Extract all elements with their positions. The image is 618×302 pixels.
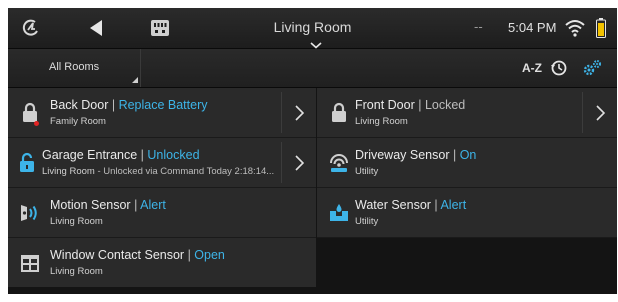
device-status: On xyxy=(459,148,477,162)
window-contact-icon xyxy=(18,251,42,275)
device-card-water-sensor[interactable]: Water Sensor | Alert Utility xyxy=(317,188,617,238)
device-room: Utility xyxy=(355,216,379,227)
device-status: Alert xyxy=(440,198,467,212)
settings-gear-icon[interactable] xyxy=(581,58,603,83)
device-room: Living Room xyxy=(50,266,103,277)
device-card-garage-entrance[interactable]: Garage Entrance | Unlocked Living Room -… xyxy=(8,138,316,188)
device-card-front-door[interactable]: Front Door | Locked Living Room xyxy=(317,88,617,138)
room-filter-select[interactable]: All Rooms xyxy=(8,49,141,87)
chevron-right-icon[interactable] xyxy=(281,92,316,133)
history-icon[interactable] xyxy=(550,59,568,82)
dropdown-corner-icon xyxy=(132,77,138,83)
chevron-right-icon[interactable] xyxy=(281,142,316,183)
device-room: Family Room xyxy=(50,116,106,127)
device-status: Open xyxy=(194,248,225,262)
status-bar: Living Room -- 5:04 PM xyxy=(8,8,617,49)
chevron-right-icon[interactable] xyxy=(582,92,617,133)
wifi-icon xyxy=(564,18,586,38)
device-status: Unlocked xyxy=(147,148,200,162)
alert-dot xyxy=(34,121,39,126)
device-activity: - Unlocked via Command Today 2:18:14... xyxy=(94,166,275,177)
device-name-line: Motion Sensor | Alert xyxy=(50,198,166,212)
sort-az-button[interactable]: A-Z xyxy=(522,61,542,75)
unlocked-icon xyxy=(16,151,40,175)
device-name-line: Garage Entrance | Unlocked xyxy=(42,148,200,162)
device-card-driveway-sensor[interactable]: Driveway Sensor | On Utility xyxy=(317,138,617,188)
room-filter-label: All Rooms xyxy=(49,61,100,73)
water-sensor-icon xyxy=(327,201,351,225)
device-name-line: Water Sensor | Alert xyxy=(355,198,467,212)
device-room: Living Room xyxy=(50,216,103,227)
filter-bar: All Rooms A-Z xyxy=(8,49,617,88)
device-status: Alert xyxy=(140,198,166,212)
app-screen: Living Room -- 5:04 PM All Rooms A-Z Bac… xyxy=(8,8,617,294)
device-card-window-contact-sensor[interactable]: Window Contact Sensor | Open Living Room xyxy=(8,238,316,288)
driveway-sensor-icon xyxy=(327,151,351,175)
device-card-back-door[interactable]: Back Door | Replace Battery Family Room xyxy=(8,88,316,138)
battery-icon xyxy=(596,18,606,38)
device-status: Locked xyxy=(424,98,466,112)
empty-area xyxy=(8,287,617,294)
device-room-line: Living Room - Unlocked via Command Today… xyxy=(42,166,275,177)
device-room: Living Room xyxy=(355,116,408,127)
device-card-motion-sensor[interactable]: Motion Sensor | Alert Living Room xyxy=(8,188,316,238)
device-name-line: Front Door | Locked xyxy=(355,98,466,112)
status-dash: -- xyxy=(474,19,483,34)
motion-sensor-icon xyxy=(18,201,42,225)
device-room: Utility xyxy=(355,166,379,177)
lock-icon xyxy=(327,101,351,125)
device-name-line: Back Door | Replace Battery xyxy=(50,98,208,112)
device-name-line: Driveway Sensor | On xyxy=(355,148,477,162)
clock: 5:04 PM xyxy=(508,20,557,35)
device-name-line: Window Contact Sensor | Open xyxy=(50,248,225,262)
device-status: Replace Battery xyxy=(118,98,208,112)
